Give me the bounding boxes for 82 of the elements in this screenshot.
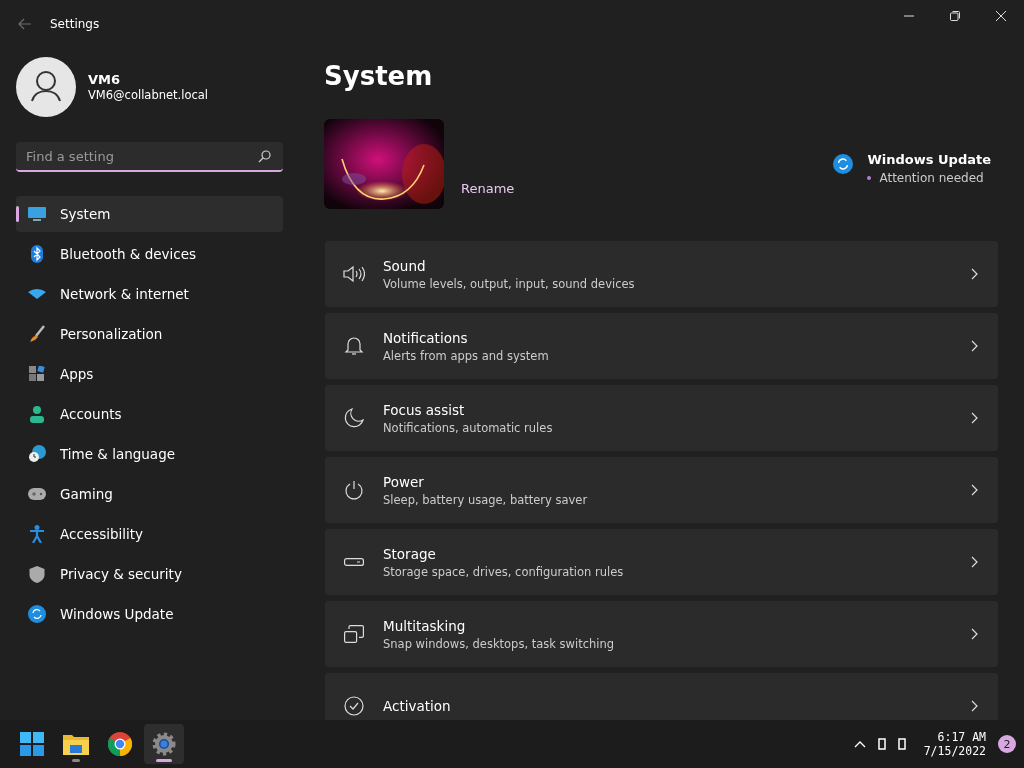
settings-card[interactable]: Power Sleep, battery usage, battery saver (325, 457, 998, 523)
bell-icon (343, 336, 365, 356)
settings-card[interactable]: Sound Volume levels, output, input, sound devices (325, 241, 998, 307)
chevron-icon (971, 700, 978, 712)
globe-clock-icon (28, 445, 46, 463)
settings-card[interactable]: Notifications Alerts from apps and system (325, 313, 998, 379)
update-status: Attention needed (879, 171, 984, 185)
notification-badge[interactable]: 2 (998, 735, 1016, 753)
settings-card[interactable]: Focus assist Notifications, automatic rules (325, 385, 998, 451)
card-title: Activation (383, 698, 451, 714)
card-title: Notifications (383, 329, 469, 346)
monitor-icon (28, 207, 46, 221)
sidebar-item[interactable]: Accounts (16, 396, 283, 432)
drive-icon (343, 558, 365, 566)
close-icon[interactable] (995, 10, 1007, 22)
chevron-icon (971, 628, 978, 640)
shield-icon (28, 565, 46, 583)
windows-stack-icon (343, 625, 365, 643)
card-description: Sleep, battery usage, battery saver (383, 492, 588, 507)
card-description: Snap windows, desktops, task switching (383, 636, 615, 651)
settings-card[interactable]: Activation (325, 673, 998, 720)
update-icon (28, 605, 46, 623)
card-description: Storage space, drives, configuration rules (383, 564, 624, 579)
chevron-icon (971, 340, 978, 352)
card-description: Volume levels, output, input, sound devices (383, 276, 635, 291)
page-title: System (324, 60, 434, 92)
brush-icon (28, 325, 46, 343)
search-icon[interactable] (258, 150, 271, 163)
back-icon[interactable] (18, 18, 32, 30)
window-title: Settings (50, 17, 100, 31)
card-title: Storage (383, 545, 437, 562)
sidebar-item[interactable]: Windows Update (16, 596, 283, 632)
windows-logo-icon (20, 732, 44, 756)
rename-link[interactable]: Rename (461, 181, 515, 196)
chevron-icon (971, 484, 978, 496)
wifi-icon (28, 289, 46, 299)
clock-date[interactable]: 7/15/2022 (923, 744, 986, 758)
account-name: VM6 (88, 72, 122, 87)
maximize-icon[interactable] (949, 10, 961, 22)
taskbar-app[interactable] (144, 724, 184, 764)
card-description: Alerts from apps and system (383, 348, 549, 363)
card-description: Notifications, automatic rules (383, 420, 553, 435)
sidebar-item[interactable]: System (16, 196, 283, 232)
sidebar-item[interactable]: Privacy & security (16, 556, 283, 592)
moon-icon (343, 408, 365, 428)
sidebar-item[interactable]: Personalization (16, 316, 283, 352)
settings-card[interactable]: Storage Storage space, drives, configuration rules (325, 529, 998, 595)
accessibility-icon (28, 525, 46, 543)
chrome-icon (108, 732, 132, 756)
gamepad-icon (28, 488, 46, 500)
chevron-icon (971, 268, 978, 280)
sidebar-item[interactable]: Time & language (16, 436, 283, 472)
tray-icon[interactable] (897, 738, 906, 750)
card-title: Multitasking (383, 617, 467, 634)
status-dot (867, 176, 872, 180)
card-title: Power (383, 473, 425, 490)
gear-icon (152, 732, 176, 756)
sidebar-item[interactable]: Gaming (16, 476, 283, 512)
search-field[interactable]: Find a setting (16, 142, 283, 172)
card-title: Focus assist (383, 401, 466, 418)
clock-time[interactable]: 6:17 AM (937, 730, 986, 744)
sidebar-item[interactable]: Apps (16, 356, 283, 392)
speaker-icon (343, 265, 365, 283)
chevron-icon (971, 556, 978, 568)
update-title[interactable]: Windows Update (867, 152, 991, 167)
sidebar-item[interactable]: Network & internet (16, 276, 283, 312)
check-circle-icon (343, 696, 365, 716)
avatar-icon[interactable] (16, 57, 76, 117)
sidebar-item[interactable]: Accessibility (16, 516, 283, 552)
power-icon (343, 480, 365, 500)
update-icon[interactable] (833, 154, 854, 174)
settings-card[interactable]: Multitasking Snap windows, desktops, task switching (325, 601, 998, 667)
bluetooth-icon (28, 245, 46, 263)
chevron-icon (971, 412, 978, 424)
apps-icon (28, 366, 46, 382)
card-title: Sound (383, 257, 427, 274)
sidebar-item[interactable]: Bluetooth & devices (16, 236, 283, 272)
account-email: VM6@collabnet.local (88, 88, 209, 102)
tray-icon[interactable] (877, 738, 886, 750)
chevron-up-icon[interactable] (853, 740, 866, 748)
folder-icon (63, 733, 89, 755)
person-icon (28, 405, 46, 423)
